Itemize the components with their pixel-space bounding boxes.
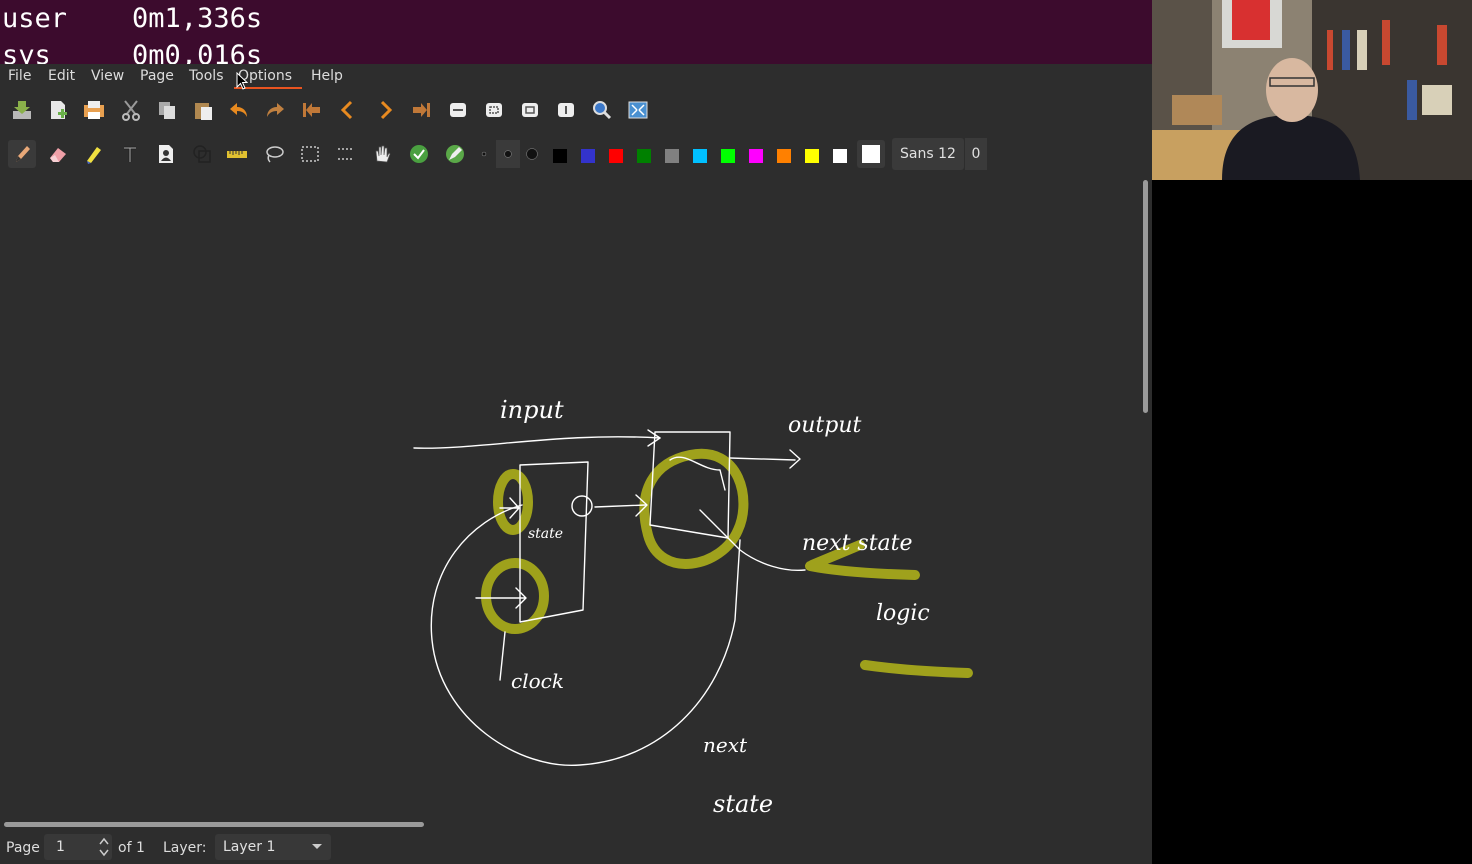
hand-icon[interactable] bbox=[368, 140, 396, 168]
color-swatch-blue[interactable] bbox=[581, 149, 595, 163]
label-logic: logic bbox=[876, 601, 930, 626]
vertical-scrollbar-thumb[interactable] bbox=[1143, 180, 1148, 413]
custom-color-button[interactable] bbox=[857, 140, 885, 168]
logic-box bbox=[649, 431, 731, 539]
color-swatch-gray[interactable] bbox=[665, 149, 679, 163]
font-button[interactable]: Sans 12 bbox=[892, 138, 964, 170]
vertical-space-icon[interactable] bbox=[332, 140, 360, 168]
label-state-bottom: state bbox=[713, 790, 773, 818]
label-clock: clock bbox=[511, 669, 564, 693]
label-output: output bbox=[788, 413, 862, 438]
tools-toolbar: Sans 12 0 bbox=[0, 136, 1152, 174]
clock-line bbox=[499, 631, 506, 681]
label-input: input bbox=[500, 396, 564, 424]
page-count-label: of 1 bbox=[118, 840, 145, 856]
color-swatch-light-blue[interactable] bbox=[693, 149, 707, 163]
save-icon[interactable] bbox=[8, 96, 36, 124]
lasso-icon[interactable] bbox=[260, 140, 288, 168]
eraser-icon[interactable] bbox=[44, 140, 72, 168]
color-swatch-white[interactable] bbox=[833, 149, 847, 163]
terminal-line-user: user 0m1,336s bbox=[2, 3, 263, 34]
undo-icon[interactable] bbox=[225, 96, 253, 124]
default-tool-icon[interactable] bbox=[441, 140, 469, 168]
color-swatch-magenta[interactable] bbox=[749, 149, 763, 163]
thick-stroke-icon[interactable] bbox=[520, 140, 544, 168]
status-bar: Page 1 of 1 Layer: Layer 1 bbox=[0, 830, 1152, 864]
custom-color-preview bbox=[862, 145, 880, 163]
image-icon[interactable] bbox=[152, 140, 180, 168]
text-icon[interactable] bbox=[116, 140, 144, 168]
menu-edit[interactable]: Edit bbox=[48, 68, 75, 84]
menu-tools[interactable]: Tools bbox=[189, 68, 224, 84]
color-swatch-light-green[interactable] bbox=[721, 149, 735, 163]
layer-dropdown-value: Layer 1 bbox=[223, 839, 276, 855]
fullscreen-icon[interactable] bbox=[624, 96, 652, 124]
next-page-icon[interactable] bbox=[371, 96, 399, 124]
medium-stroke-icon[interactable] bbox=[496, 140, 520, 168]
color-swatch-orange[interactable] bbox=[777, 149, 791, 163]
terminal-line-sys: sys 0m0,016s bbox=[2, 40, 263, 64]
state-to-logic-arrow bbox=[594, 494, 648, 517]
page-label: Page bbox=[6, 840, 40, 856]
vertical-scrollbar[interactable] bbox=[1141, 180, 1151, 822]
spinner-arrows-icon[interactable] bbox=[98, 836, 110, 858]
color-swatch-black[interactable] bbox=[553, 149, 567, 163]
layer-dropdown[interactable]: Layer 1 bbox=[215, 834, 331, 860]
label-next-state: next state bbox=[802, 531, 913, 556]
page-number-value: 1 bbox=[56, 839, 65, 855]
pen-icon[interactable] bbox=[8, 140, 36, 168]
state-output-circle bbox=[571, 495, 593, 517]
ruler-icon[interactable] bbox=[223, 140, 251, 168]
mouse-cursor-icon bbox=[236, 72, 248, 90]
thin-stroke-icon[interactable] bbox=[472, 140, 496, 168]
zoom-fit-page-icon[interactable] bbox=[480, 96, 508, 124]
shape-icon[interactable] bbox=[188, 140, 216, 168]
print-icon[interactable] bbox=[80, 96, 108, 124]
page-number-spinner[interactable]: 1 bbox=[44, 834, 112, 860]
page-width-icon[interactable] bbox=[552, 96, 580, 124]
previous-page-icon[interactable] bbox=[334, 96, 362, 124]
highlighter-icon[interactable] bbox=[80, 140, 108, 168]
menu-file[interactable]: File bbox=[8, 68, 31, 84]
menu-help[interactable]: Help bbox=[311, 68, 343, 84]
highlight-underline-logic bbox=[860, 660, 973, 678]
input-arrow-line bbox=[413, 436, 661, 449]
new-page-icon[interactable] bbox=[44, 96, 72, 124]
menu-bar: File Edit View Page Tools Options Help bbox=[0, 64, 1152, 90]
shape-recognizer-icon[interactable] bbox=[405, 140, 433, 168]
color-swatch-red[interactable] bbox=[609, 149, 623, 163]
webcam-scene-image bbox=[1152, 0, 1472, 180]
layer-label: Layer: bbox=[163, 840, 207, 856]
zoom-100-icon[interactable] bbox=[516, 96, 544, 124]
webcam-video bbox=[1152, 0, 1472, 180]
output-arrow bbox=[729, 449, 801, 469]
copy-icon[interactable] bbox=[153, 96, 181, 124]
xournal-window: File Edit View Page Tools Options Help S… bbox=[0, 64, 1152, 864]
next-state-line bbox=[699, 509, 806, 572]
paste-icon[interactable] bbox=[189, 96, 217, 124]
first-page-icon[interactable] bbox=[298, 96, 326, 124]
color-swatch-yellow[interactable] bbox=[805, 149, 819, 163]
color-swatch-green[interactable] bbox=[637, 149, 651, 163]
horizontal-scrollbar-thumb[interactable] bbox=[4, 822, 424, 827]
drawing-canvas[interactable]: input output state next state logic cloc… bbox=[0, 180, 1140, 822]
redo-icon[interactable] bbox=[261, 96, 289, 124]
font-size-extra[interactable]: 0 bbox=[964, 138, 987, 170]
label-state: state bbox=[528, 526, 563, 542]
cut-icon[interactable] bbox=[117, 96, 145, 124]
empty-black-area bbox=[1152, 180, 1472, 864]
menu-view[interactable]: View bbox=[91, 68, 124, 84]
main-toolbar bbox=[0, 92, 1152, 130]
zoom-icon[interactable] bbox=[588, 96, 616, 124]
rect-select-icon[interactable] bbox=[296, 140, 324, 168]
label-next: next bbox=[703, 733, 748, 757]
handwritten-diagram: input output state next state logic cloc… bbox=[413, 396, 973, 818]
menu-page[interactable]: Page bbox=[140, 68, 174, 84]
chevron-down-icon bbox=[312, 844, 322, 849]
terminal-background: user 0m1,336s sys 0m0,016s bbox=[0, 0, 1152, 64]
zoom-fit-width-icon[interactable] bbox=[444, 96, 472, 124]
last-page-icon[interactable] bbox=[407, 96, 435, 124]
